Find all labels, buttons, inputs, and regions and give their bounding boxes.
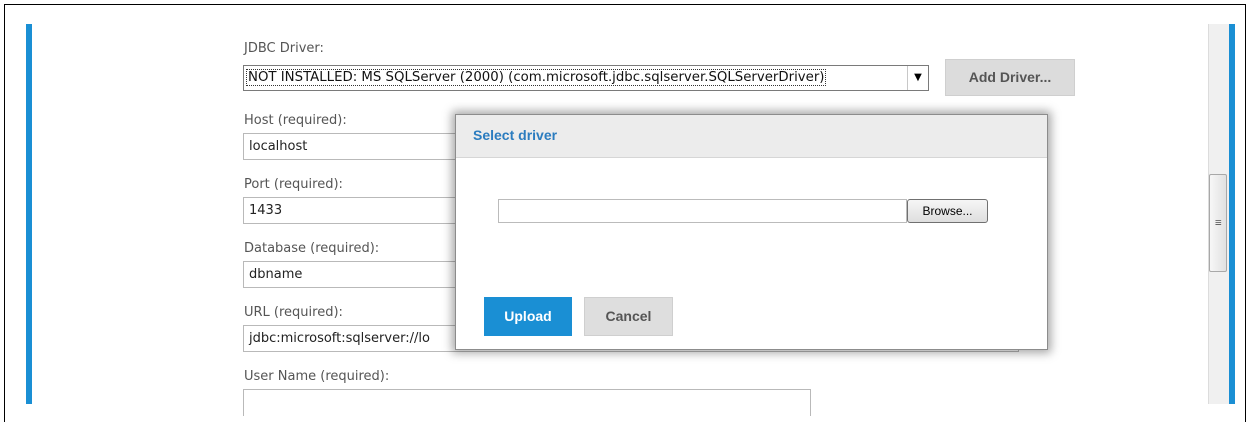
- right-accent-bar: [1229, 24, 1235, 404]
- database-label: Database (required):: [244, 241, 380, 256]
- host-label: Host (required):: [244, 113, 347, 128]
- username-label: User Name (required):: [244, 369, 390, 384]
- cancel-button[interactable]: Cancel: [584, 297, 673, 336]
- select-driver-dialog: Select driver Browse... Upload Cancel: [455, 114, 1048, 350]
- file-path-input[interactable]: [498, 199, 907, 223]
- dialog-header[interactable]: Select driver: [456, 115, 1047, 158]
- dropdown-arrow-icon[interactable]: ▼: [907, 66, 928, 90]
- jdbc-driver-label: JDBC Driver:: [244, 41, 324, 56]
- browse-button[interactable]: Browse...: [907, 199, 988, 223]
- username-input[interactable]: [243, 389, 811, 416]
- dialog-title: Select driver: [473, 127, 558, 143]
- port-label: Port (required):: [244, 177, 343, 192]
- add-driver-button[interactable]: Add Driver...: [945, 59, 1075, 96]
- upload-button[interactable]: Upload: [484, 297, 572, 336]
- jdbc-driver-select[interactable]: NOT INSTALLED: MS SQLServer (2000) (com.…: [243, 65, 929, 91]
- url-label: URL (required):: [244, 305, 343, 320]
- jdbc-driver-selected-value: NOT INSTALLED: MS SQLServer (2000) (com.…: [245, 69, 827, 86]
- grip-icon: ≡: [1215, 216, 1222, 229]
- left-accent-bar: [26, 24, 32, 404]
